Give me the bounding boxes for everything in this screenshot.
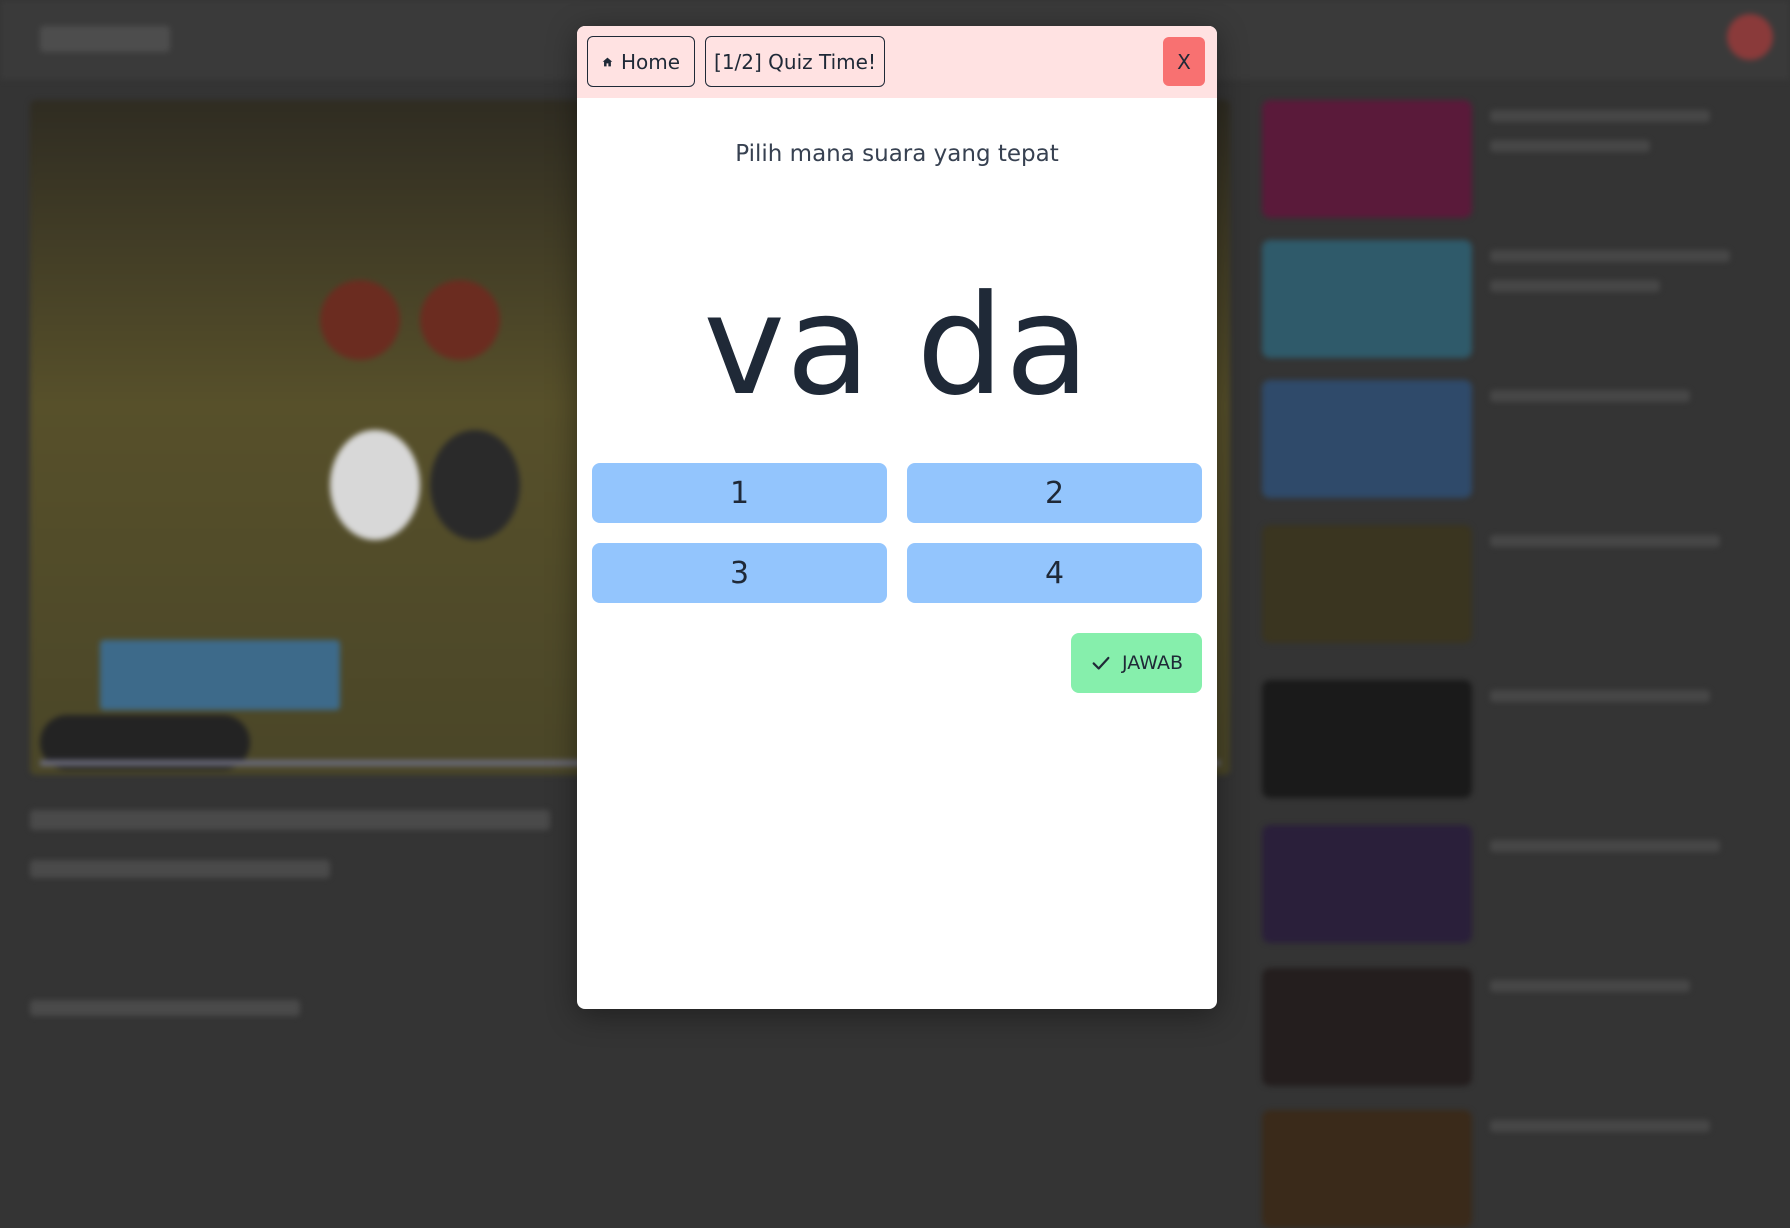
background-logo xyxy=(40,26,170,52)
close-button[interactable]: X xyxy=(1163,37,1205,86)
home-icon xyxy=(602,51,613,73)
modal-header: Home [1/2] Quiz Time! X xyxy=(577,26,1217,98)
option-3-button[interactable]: 3 xyxy=(592,543,887,603)
background-avatar xyxy=(1727,14,1773,60)
home-button-label: Home xyxy=(621,50,680,74)
option-1-button[interactable]: 1 xyxy=(592,463,887,523)
quiz-progress-button[interactable]: [1/2] Quiz Time! xyxy=(705,36,885,87)
check-icon xyxy=(1090,652,1112,674)
quiz-word: va da xyxy=(577,266,1217,426)
answer-button[interactable]: JAWAB xyxy=(1071,633,1202,693)
home-button[interactable]: Home xyxy=(587,36,695,87)
quiz-modal: Home [1/2] Quiz Time! X Pilih mana suara… xyxy=(577,26,1217,1009)
option-4-button[interactable]: 4 xyxy=(907,543,1202,603)
option-2-button[interactable]: 2 xyxy=(907,463,1202,523)
quiz-instruction: Pilih mana suara yang tepat xyxy=(577,141,1217,167)
answer-button-label: JAWAB xyxy=(1122,652,1183,674)
